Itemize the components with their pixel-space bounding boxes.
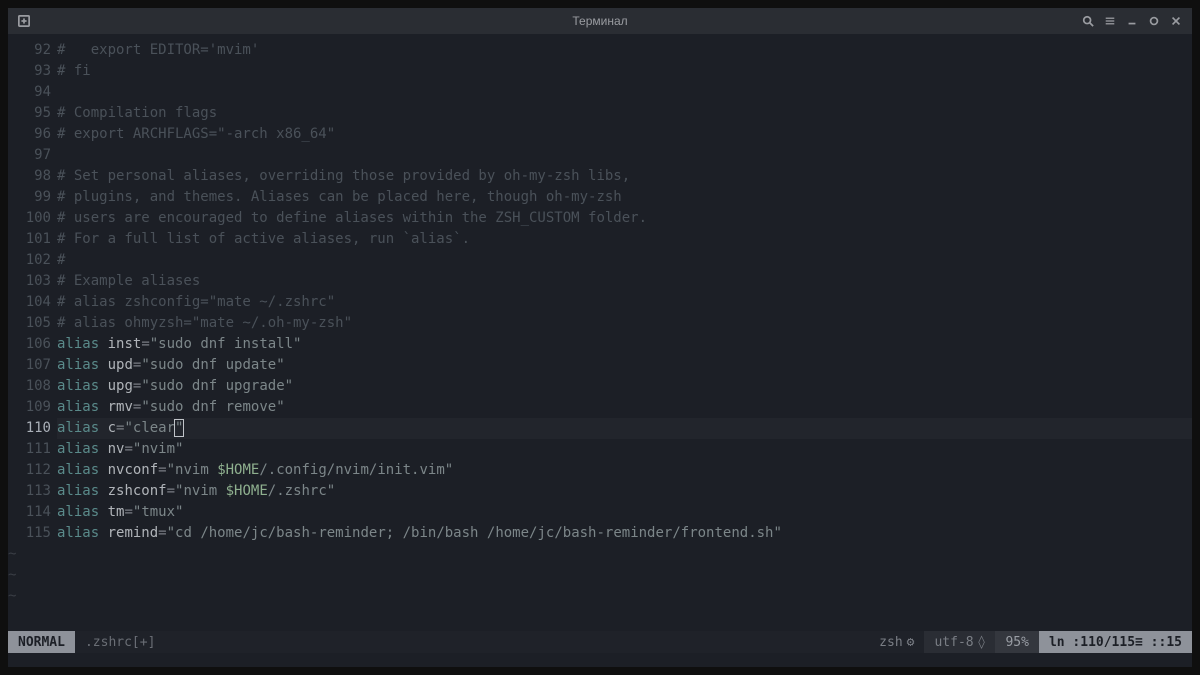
window-titlebar: Терминал [8, 8, 1192, 34]
line-number: 106 [8, 334, 51, 355]
line-number: 111 [8, 439, 51, 460]
line-number: 100 [8, 208, 51, 229]
eof-tilde: ~ [8, 588, 16, 604]
line-number: 110 [8, 418, 51, 439]
code-content[interactable]: # export EDITOR='mvim'# fi # Compilation … [57, 40, 1192, 631]
code-line[interactable]: # [57, 250, 1192, 271]
eof-tilde: ~ [8, 567, 16, 583]
line-number: 98 [8, 166, 51, 187]
code-line[interactable]: alias upg="sudo dnf upgrade" [57, 376, 1192, 397]
line-number: 95 [8, 103, 51, 124]
code-line[interactable]: # export ARCHFLAGS="-arch x86_64" [57, 124, 1192, 145]
code-line[interactable]: alias upd="sudo dnf update" [57, 355, 1192, 376]
line-number: 96 [8, 124, 51, 145]
line-number: 101 [8, 229, 51, 250]
command-line-area[interactable] [8, 653, 1192, 667]
close-icon[interactable] [1166, 11, 1186, 31]
new-tab-icon[interactable] [14, 11, 34, 31]
code-line[interactable] [57, 145, 1192, 166]
code-line[interactable]: # Example aliases [57, 271, 1192, 292]
status-bar: NORMAL .zshrc[+] zsh ⚙ utf-8 ◊ 95% ln :1… [8, 631, 1192, 653]
code-line[interactable] [57, 82, 1192, 103]
encoding-segment: utf-8 ◊ [924, 631, 995, 653]
code-line[interactable]: # Set personal aliases, overriding those… [57, 166, 1192, 187]
percent-segment: 95% [995, 631, 1038, 653]
line-number-gutter: 9293949596979899100101102103104105106107… [8, 40, 57, 631]
gear-icon: ⚙ [907, 635, 915, 650]
line-number: 112 [8, 460, 51, 481]
line-number: 113 [8, 481, 51, 502]
code-line[interactable]: # export EDITOR='mvim' [57, 40, 1192, 61]
code-line[interactable]: alias remind="cd /home/jc/bash-reminder;… [57, 523, 1192, 544]
code-line[interactable]: alias zshconf="nvim $HOME/.zshrc" [57, 481, 1192, 502]
code-line[interactable]: # For a full list of active aliases, run… [57, 229, 1192, 250]
code-line[interactable]: alias rmv="sudo dnf remove" [57, 397, 1192, 418]
editor-area[interactable]: 9293949596979899100101102103104105106107… [8, 34, 1192, 631]
line-number: 103 [8, 271, 51, 292]
code-line[interactable]: alias nvconf="nvim $HOME/.config/nvim/in… [57, 460, 1192, 481]
search-icon[interactable] [1078, 11, 1098, 31]
line-number: 108 [8, 376, 51, 397]
linux-icon: ◊ [978, 635, 986, 650]
line-number: 115 [8, 523, 51, 544]
code-line[interactable]: # users are encouraged to define aliases… [57, 208, 1192, 229]
code-line[interactable]: # alias ohmyzsh="mate ~/.oh-my-zsh" [57, 313, 1192, 334]
line-info-segment: ln :110/115≡ ::15 [1039, 631, 1192, 653]
code-line[interactable]: alias tm="tmux" [57, 502, 1192, 523]
window-title: Терминал [572, 14, 627, 28]
menu-icon[interactable] [1100, 11, 1120, 31]
line-number: 94 [8, 82, 51, 103]
line-number: 109 [8, 397, 51, 418]
line-number: 107 [8, 355, 51, 376]
code-line[interactable]: # Compilation flags [57, 103, 1192, 124]
minimize-icon[interactable] [1122, 11, 1142, 31]
maximize-icon[interactable] [1144, 11, 1164, 31]
line-number: 97 [8, 145, 51, 166]
code-line[interactable]: # alias zshconfig="mate ~/.zshrc" [57, 292, 1192, 313]
code-line[interactable]: alias inst="sudo dnf install" [57, 334, 1192, 355]
filename: .zshrc[+] [75, 631, 165, 653]
line-number: 99 [8, 187, 51, 208]
line-number: 114 [8, 502, 51, 523]
code-line[interactable]: alias c="clear" [57, 418, 1192, 439]
line-number: 105 [8, 313, 51, 334]
line-number: 102 [8, 250, 51, 271]
eof-tilde: ~ [8, 546, 16, 562]
line-number: 104 [8, 292, 51, 313]
code-line[interactable]: # fi [57, 61, 1192, 82]
vim-mode: NORMAL [8, 631, 75, 653]
code-line[interactable]: # plugins, and themes. Aliases can be pl… [57, 187, 1192, 208]
line-number: 92 [8, 40, 51, 61]
filetype-segment: zsh ⚙ [869, 631, 924, 653]
code-line[interactable]: alias nv="nvim" [57, 439, 1192, 460]
line-number: 93 [8, 61, 51, 82]
